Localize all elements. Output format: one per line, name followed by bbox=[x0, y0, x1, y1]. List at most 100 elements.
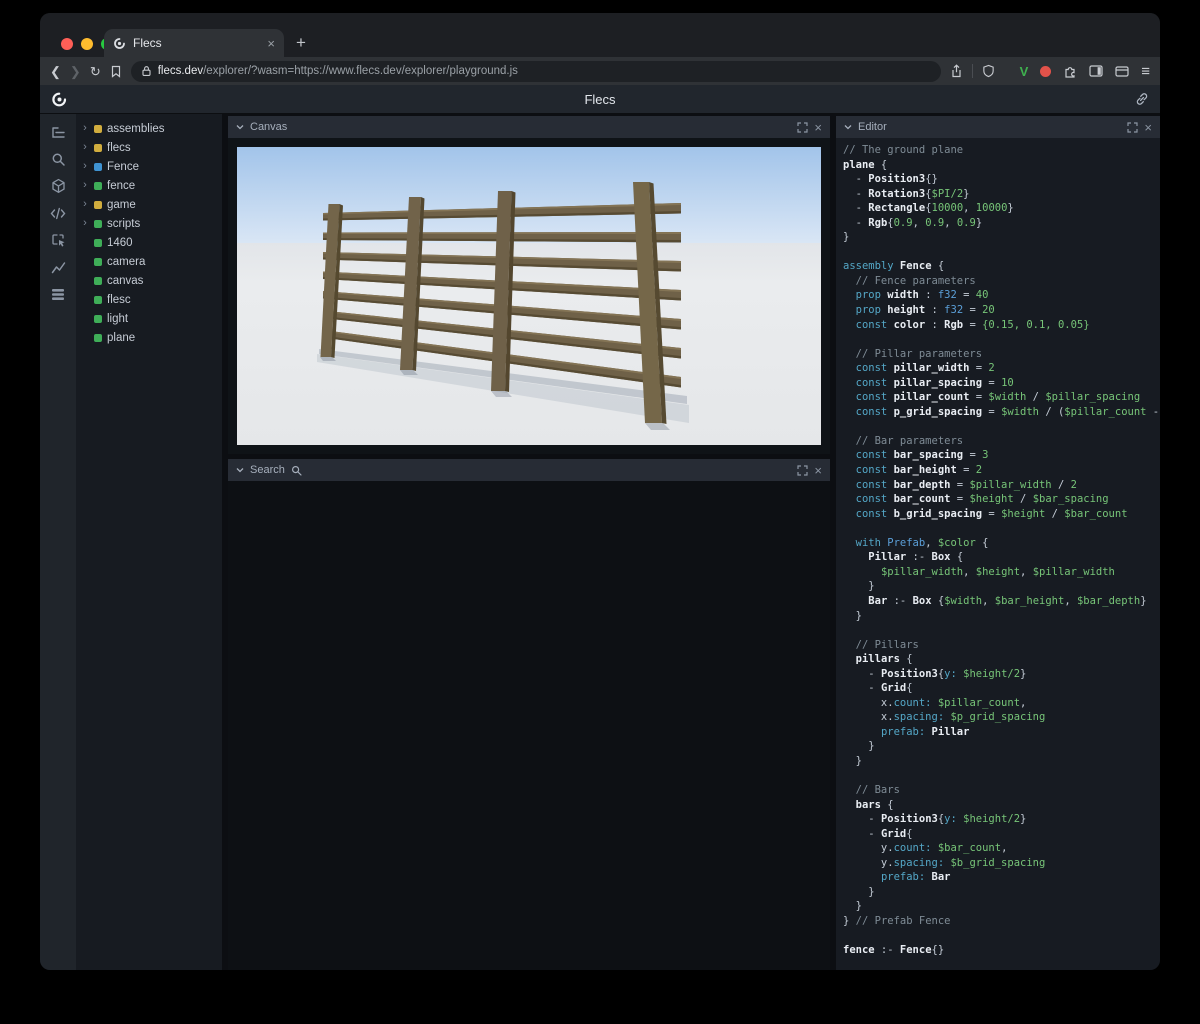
code-line: } // Prefab Fence bbox=[843, 914, 1160, 929]
url-domain: flecs.dev bbox=[158, 65, 203, 77]
code-line: - Position3{y: $height/2} bbox=[843, 667, 1160, 682]
forward-button[interactable]: ❯ bbox=[70, 65, 81, 78]
entity-label: plane bbox=[107, 332, 135, 344]
code-text[interactable]: // The ground planeplane { - Position3{}… bbox=[843, 143, 1160, 958]
code-line: // Pillars bbox=[843, 638, 1160, 653]
entity-color-icon bbox=[94, 334, 102, 342]
code-editor[interactable]: // The ground planeplane { - Position3{}… bbox=[836, 138, 1160, 970]
expand-arrow-icon[interactable]: › bbox=[81, 180, 89, 191]
canvas-panel-header: Canvas × bbox=[228, 116, 830, 138]
stats-bars-icon[interactable] bbox=[46, 283, 70, 305]
red-dot-extension-icon[interactable] bbox=[1040, 66, 1051, 77]
app-body: ›assemblies›flecs›Fence›fence›game›scrip… bbox=[40, 114, 1160, 970]
code-line: with Prefab, $color { bbox=[843, 536, 1160, 551]
code-line: $pillar_width, $height, $pillar_width bbox=[843, 565, 1160, 580]
code-line: plane { bbox=[843, 158, 1160, 173]
expand-arrow-icon[interactable]: › bbox=[81, 123, 89, 134]
code-line: // Fence parameters bbox=[843, 274, 1160, 289]
entity-color-icon bbox=[94, 201, 102, 209]
code-line: x.spacing: $p_grid_spacing bbox=[843, 710, 1160, 725]
expand-arrow-icon[interactable]: › bbox=[81, 142, 89, 153]
entity-color-icon bbox=[94, 125, 102, 133]
expand-arrow-icon[interactable]: › bbox=[81, 218, 89, 229]
search-panel-title: Search bbox=[250, 464, 285, 476]
3d-viewport[interactable] bbox=[237, 147, 821, 445]
tree-item-camera[interactable]: camera bbox=[76, 252, 222, 271]
close-panel-icon[interactable]: × bbox=[814, 464, 822, 477]
browser-tab[interactable]: Flecs × bbox=[104, 29, 284, 57]
code-line: - Rotation3{$PI/2} bbox=[843, 187, 1160, 202]
tab-favicon bbox=[113, 37, 126, 50]
address-bar[interactable]: flecs.dev/explorer/?wasm=https://www.fle… bbox=[131, 61, 941, 82]
tool-sidebar bbox=[40, 114, 76, 970]
expand-panel-icon[interactable] bbox=[797, 122, 808, 133]
chevron-down-icon[interactable] bbox=[236, 467, 244, 473]
code-line: } bbox=[843, 754, 1160, 769]
puzzle-extensions-icon[interactable] bbox=[1063, 64, 1077, 78]
chart-icon[interactable] bbox=[46, 256, 70, 278]
code-line: const pillar_count = $width / $pillar_sp… bbox=[843, 390, 1160, 405]
reload-button[interactable]: ↻ bbox=[90, 65, 101, 78]
minimize-window-button[interactable] bbox=[81, 38, 93, 50]
code-line: pillars { bbox=[843, 652, 1160, 667]
tree-item-Fence[interactable]: ›Fence bbox=[76, 157, 222, 176]
close-panel-icon[interactable]: × bbox=[814, 121, 822, 134]
code-line: - Grid{ bbox=[843, 827, 1160, 842]
code-line: - Rgb{0.9, 0.9, 0.9} bbox=[843, 216, 1160, 231]
sidebar-toggle-icon[interactable] bbox=[1089, 65, 1103, 77]
link-icon[interactable] bbox=[1135, 92, 1149, 106]
chevron-down-icon[interactable] bbox=[236, 124, 244, 130]
bookmark-icon[interactable] bbox=[110, 65, 122, 78]
share-icon[interactable] bbox=[950, 64, 963, 78]
code-line: bars { bbox=[843, 798, 1160, 813]
tree-item-assemblies[interactable]: ›assemblies bbox=[76, 119, 222, 138]
expand-arrow-icon[interactable]: › bbox=[81, 161, 89, 172]
entity-label: fence bbox=[107, 180, 135, 192]
entity-label: scripts bbox=[107, 218, 140, 230]
menu-icon[interactable]: ≡ bbox=[1141, 64, 1150, 79]
url-path: /explorer/?wasm=https://www.flecs.dev/ex… bbox=[203, 65, 518, 77]
code-line: fence :- Fence{} bbox=[843, 943, 1160, 958]
expand-arrow-icon[interactable]: › bbox=[81, 199, 89, 210]
code-line: const bar_spacing = 3 bbox=[843, 448, 1160, 463]
tab-close-icon[interactable]: × bbox=[267, 37, 275, 50]
code-line: const color : Rgb = {0.15, 0.1, 0.05} bbox=[843, 318, 1160, 333]
tree-item-light[interactable]: light bbox=[76, 309, 222, 328]
close-panel-icon[interactable]: × bbox=[1144, 121, 1152, 134]
back-button[interactable]: ❮ bbox=[50, 65, 61, 78]
entity-color-icon bbox=[94, 315, 102, 323]
new-tab-button[interactable]: + bbox=[296, 33, 306, 53]
browser-toolbar: ❮ ❯ ↻ flecs.dev/explorer/?wasm=https://w… bbox=[40, 57, 1160, 85]
entity-tree-icon[interactable] bbox=[46, 121, 70, 143]
code-line: y.spacing: $b_grid_spacing bbox=[843, 856, 1160, 871]
tree-item-1460[interactable]: 1460 bbox=[76, 233, 222, 252]
expand-panel-icon[interactable] bbox=[1127, 122, 1138, 133]
entity-color-icon bbox=[94, 239, 102, 247]
entity-color-icon bbox=[94, 220, 102, 228]
code-line bbox=[843, 929, 1160, 944]
code-line: Pillar :- Box { bbox=[843, 550, 1160, 565]
tree-item-flesc[interactable]: flesc bbox=[76, 290, 222, 309]
shield-icon[interactable] bbox=[982, 64, 995, 78]
close-window-button[interactable] bbox=[61, 38, 73, 50]
code-line: prop width : f32 = 40 bbox=[843, 288, 1160, 303]
entity-color-icon bbox=[94, 163, 102, 171]
tree-item-scripts[interactable]: › scripts bbox=[76, 214, 222, 233]
v-extension-icon[interactable]: V bbox=[1020, 64, 1029, 79]
wallet-icon[interactable] bbox=[1115, 66, 1129, 77]
entity-label: canvas bbox=[107, 275, 143, 287]
inspect-cursor-icon[interactable] bbox=[46, 229, 70, 251]
canvas-panel-title: Canvas bbox=[250, 121, 287, 133]
expand-panel-icon[interactable] bbox=[797, 465, 808, 476]
tree-item-plane[interactable]: plane bbox=[76, 328, 222, 347]
code-line bbox=[843, 245, 1160, 260]
code-line: Bar :- Box {$width, $bar_height, $bar_de… bbox=[843, 594, 1160, 609]
tree-item-fence[interactable]: › fence bbox=[76, 176, 222, 195]
tree-item-canvas[interactable]: canvas bbox=[76, 271, 222, 290]
chevron-down-icon[interactable] bbox=[844, 124, 852, 130]
cube-icon[interactable] bbox=[46, 175, 70, 197]
tree-item-game[interactable]: ›game bbox=[76, 195, 222, 214]
code-icon[interactable] bbox=[46, 202, 70, 224]
tree-item-flecs[interactable]: ›flecs bbox=[76, 138, 222, 157]
search-icon[interactable] bbox=[46, 148, 70, 170]
